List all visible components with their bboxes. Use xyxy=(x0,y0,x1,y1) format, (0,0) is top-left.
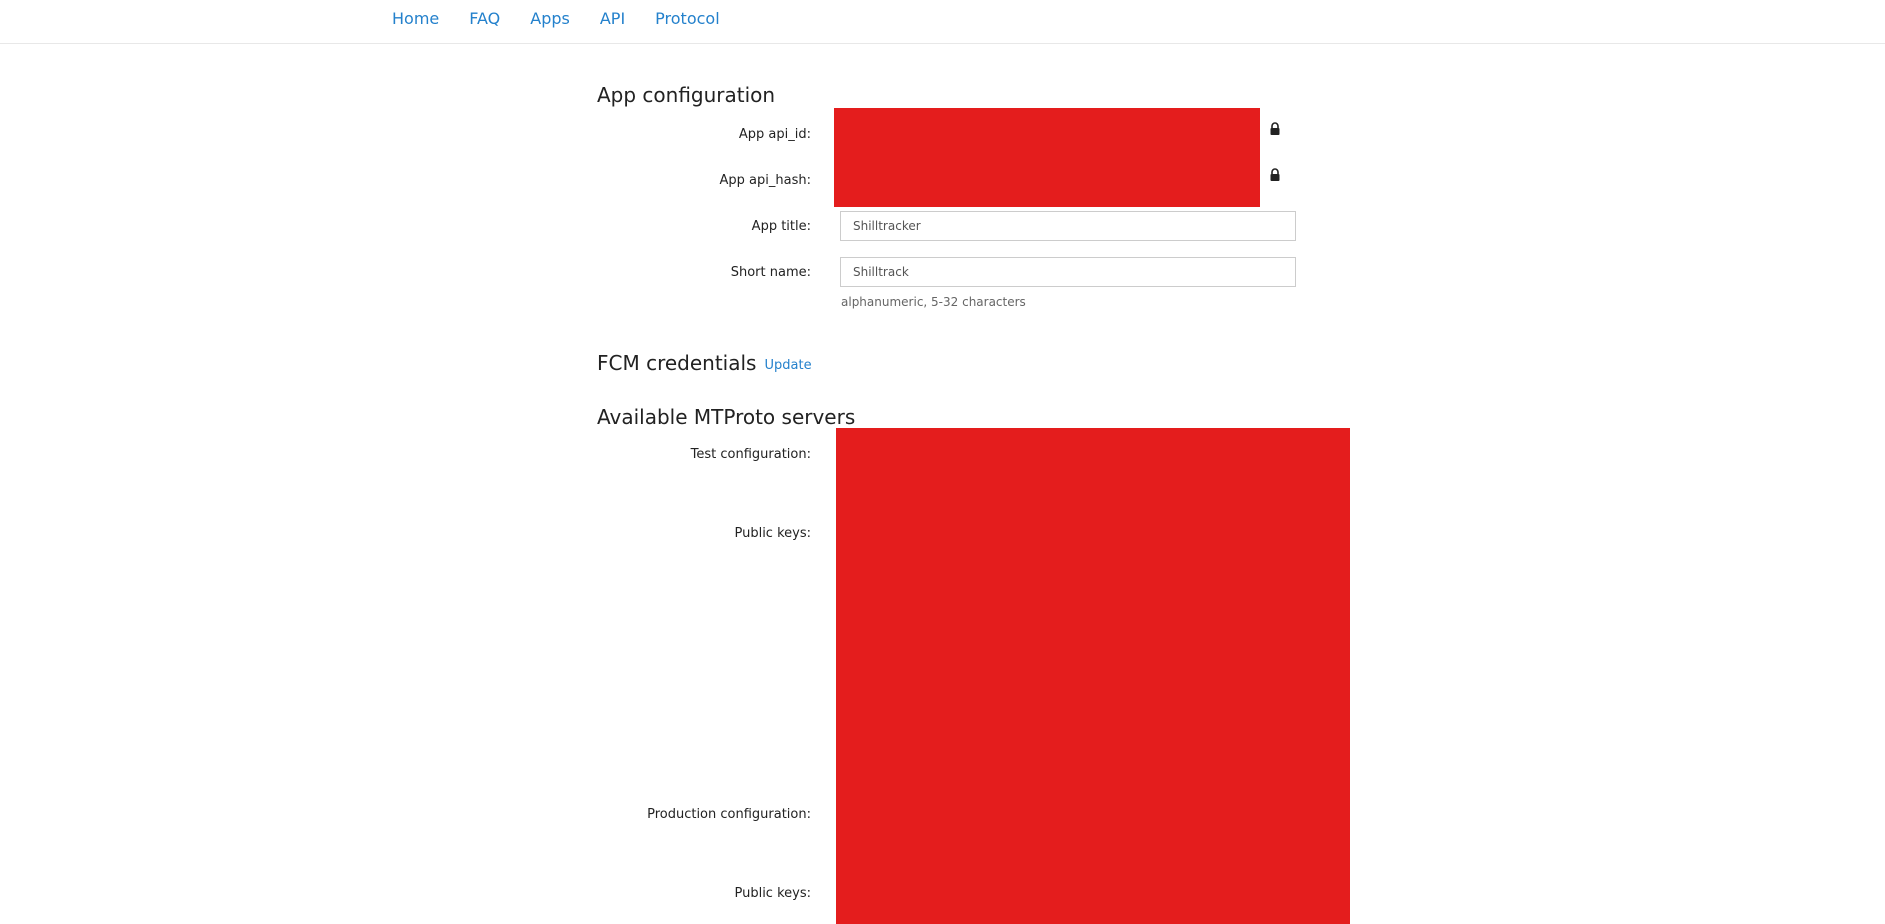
short-name-hint: alphanumeric, 5-32 characters xyxy=(841,295,1026,309)
short-name-input[interactable] xyxy=(840,257,1296,287)
fcm-section-header: FCM credentials Update xyxy=(597,351,812,378)
nav-faq-link[interactable]: FAQ xyxy=(469,9,500,29)
fcm-credentials-title: FCM credentials xyxy=(597,351,757,375)
test-public-keys-label: Public keys: xyxy=(734,526,811,541)
api-hash-label: App api_hash: xyxy=(719,173,811,188)
app-title-label: App title: xyxy=(751,219,811,234)
main-nav: Home FAQ Apps API Protocol xyxy=(392,9,750,29)
nav-home-link[interactable]: Home xyxy=(392,9,439,29)
short-name-label: Short name: xyxy=(730,265,811,280)
fcm-update-link[interactable]: Update xyxy=(764,358,811,373)
app-configuration-title: App configuration xyxy=(597,83,776,107)
lock-icon xyxy=(1270,168,1280,181)
production-configuration-label: Production configuration: xyxy=(647,807,811,822)
lock-icon xyxy=(1270,122,1280,135)
app-title-input[interactable] xyxy=(840,211,1296,241)
redacted-api-credentials xyxy=(834,108,1260,207)
mtproto-servers-title: Available MTProto servers xyxy=(597,405,856,429)
api-id-label: App api_id: xyxy=(738,127,811,142)
nav-apps-link[interactable]: Apps xyxy=(530,9,570,29)
production-public-keys-label: Public keys: xyxy=(734,886,811,901)
top-navbar: Home FAQ Apps API Protocol xyxy=(0,0,1885,44)
redacted-mtproto-servers xyxy=(836,428,1350,924)
nav-protocol-link[interactable]: Protocol xyxy=(655,9,719,29)
nav-api-link[interactable]: API xyxy=(600,9,625,29)
test-configuration-label: Test configuration: xyxy=(690,447,811,462)
